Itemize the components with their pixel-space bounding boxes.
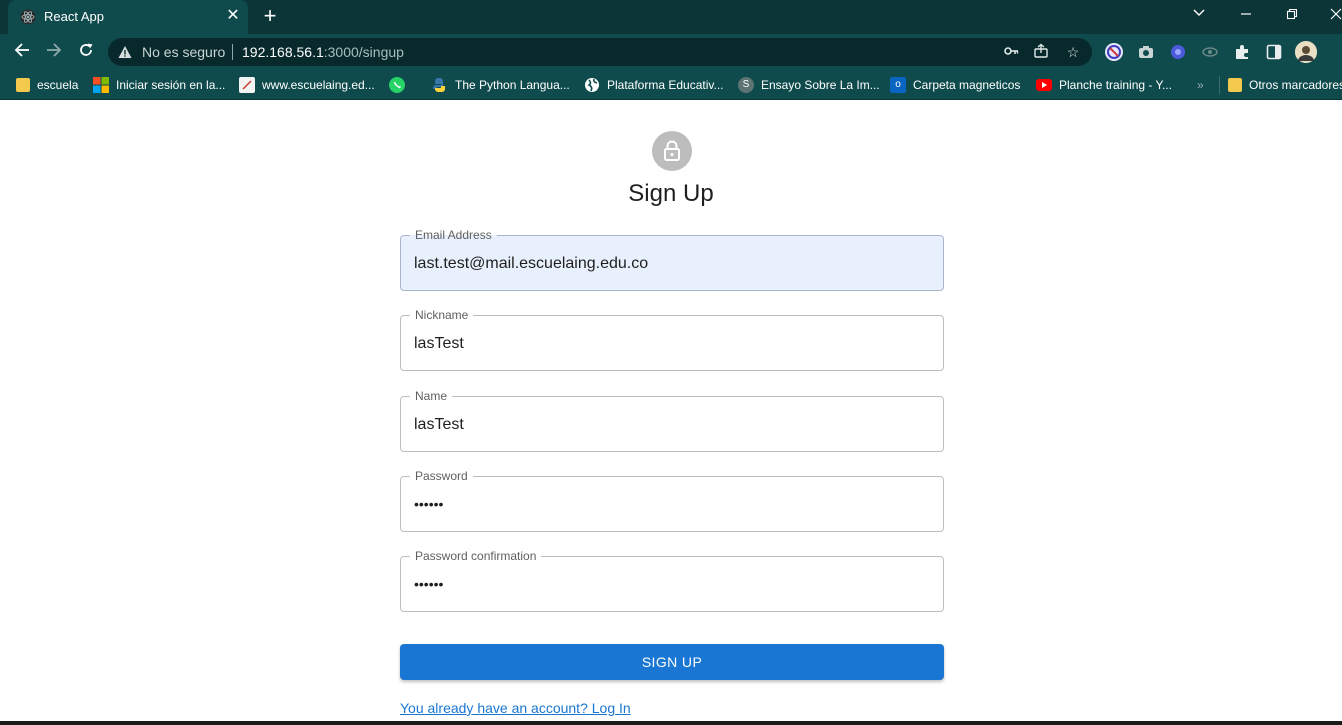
email-input[interactable]: last.test@mail.escuelaing.edu.co — [414, 254, 648, 274]
nickname-label: Nickname — [410, 307, 474, 323]
minimize-icon[interactable] — [1236, 6, 1256, 26]
bookmark-label: Iniciar sesión en la... — [116, 78, 226, 92]
bookmark-python[interactable]: The Python Langua... — [432, 76, 570, 94]
lock-icon — [664, 140, 680, 161]
profile-avatar-icon[interactable] — [1295, 41, 1317, 63]
bookmark-otros-marcadores[interactable]: Otros marcadores — [1219, 76, 1342, 94]
bookmark-label: escuela — [37, 78, 79, 92]
browser-tab[interactable]: React App ✕ — [8, 0, 248, 34]
puzzle-icon[interactable] — [1233, 43, 1251, 61]
page-icon — [239, 77, 255, 93]
url-path: :3000/singup — [323, 44, 404, 60]
browser-titlebar: React App ✕ + — [0, 0, 1342, 34]
eye-extension-icon[interactable] — [1201, 43, 1219, 61]
bookmark-microsoft[interactable]: Iniciar sesión en la... — [93, 76, 225, 94]
chevron-down-icon[interactable] — [1189, 6, 1209, 26]
reload-icon[interactable] — [75, 41, 97, 63]
side-panel-icon[interactable] — [1265, 43, 1283, 61]
password-input[interactable]: •••••• — [414, 494, 443, 514]
lock-avatar — [652, 131, 692, 171]
bookmark-escuelaing[interactable]: www.escuelaing.ed... — [239, 76, 375, 94]
bookmark-label: www.escuelaing.ed... — [262, 78, 375, 92]
bookmarks-bar: escuela Iniciar sesión en la... www.escu… — [0, 70, 1342, 100]
whatsapp-icon — [389, 77, 405, 93]
login-link[interactable]: You already have an account? Log In — [400, 700, 631, 716]
window-close-icon[interactable] — [1326, 6, 1342, 26]
taskbar-edge — [0, 721, 1342, 725]
address-bar[interactable]: No es seguro 192.168.56.1:3000/singup ☆ — [108, 38, 1092, 66]
forward-icon[interactable] — [43, 41, 65, 63]
python-icon — [432, 77, 448, 93]
nickname-input[interactable]: lasTest — [414, 334, 464, 354]
folder-icon — [16, 78, 30, 92]
url-host: 192.168.56.1 — [242, 44, 324, 60]
sparkle-extension-icon[interactable] — [1169, 43, 1187, 61]
url-text[interactable]: 192.168.56.1:3000/singup — [242, 44, 404, 60]
bookmark-label: The Python Langua... — [455, 78, 570, 92]
password-label: Password — [410, 468, 473, 484]
page-title: Sign Up — [628, 180, 714, 207]
email-label: Email Address — [410, 227, 497, 243]
globe-icon — [584, 77, 600, 93]
bookmark-whatsapp[interactable] — [389, 76, 412, 94]
warning-icon[interactable] — [118, 45, 132, 59]
s-icon: S — [738, 77, 754, 93]
password-confirmation-label: Password confirmation — [410, 548, 542, 564]
bookmark-planche[interactable]: Planche training - Y... — [1036, 76, 1172, 94]
tab-title: React App — [44, 9, 104, 24]
name-field[interactable]: Name lasTest — [400, 388, 944, 452]
bookmark-escuela[interactable]: escuela — [16, 76, 78, 94]
react-icon — [20, 9, 36, 25]
bookmark-carpeta[interactable]: o Carpeta magneticos — [890, 76, 1020, 94]
bookmark-label: Plataforma Educativ... — [607, 78, 724, 92]
bookmark-label: Otros marcadores — [1249, 78, 1342, 92]
folder-icon — [1228, 78, 1242, 92]
bookmark-label: Carpeta magneticos — [913, 78, 1021, 92]
sign-up-button[interactable]: SIGN UP — [400, 644, 944, 680]
security-label[interactable]: No es seguro — [142, 44, 225, 60]
name-input[interactable]: lasTest — [414, 415, 464, 435]
youtube-icon — [1036, 79, 1052, 91]
bookmark-ensayo[interactable]: S Ensayo Sobre La Im... — [738, 76, 880, 94]
bookmark-label: Ensayo Sobre La Im... — [761, 78, 880, 92]
password-field[interactable]: Password •••••• — [400, 468, 944, 532]
chevron-double-icon: » — [1197, 78, 1204, 92]
restore-icon[interactable] — [1282, 6, 1302, 26]
back-icon[interactable] — [11, 41, 33, 63]
key-icon[interactable] — [1002, 43, 1020, 61]
block-extension-icon[interactable] — [1105, 43, 1123, 61]
browser-toolbar: No es seguro 192.168.56.1:3000/singup ☆ — [0, 34, 1342, 70]
star-icon[interactable]: ☆ — [1064, 43, 1082, 61]
new-tab-icon[interactable]: + — [260, 5, 280, 27]
outlook-icon: o — [890, 77, 906, 93]
password-confirmation-input[interactable]: •••••• — [414, 574, 443, 594]
password-confirmation-field[interactable]: Password confirmation •••••• — [400, 548, 944, 612]
email-field[interactable]: Email Address last.test@mail.escuelaing.… — [400, 227, 944, 291]
close-icon[interactable]: ✕ — [224, 7, 242, 25]
camera-icon[interactable] — [1137, 43, 1155, 61]
nickname-field[interactable]: Nickname lasTest — [400, 307, 944, 371]
share-icon[interactable] — [1032, 43, 1050, 61]
bookmark-plataforma[interactable]: Plataforma Educativ... — [584, 76, 724, 94]
bookmarks-overflow[interactable]: » — [1197, 76, 1204, 94]
bookmark-label: Planche training - Y... — [1059, 78, 1172, 92]
name-label: Name — [410, 388, 453, 404]
divider — [232, 44, 233, 60]
microsoft-icon — [93, 77, 109, 93]
